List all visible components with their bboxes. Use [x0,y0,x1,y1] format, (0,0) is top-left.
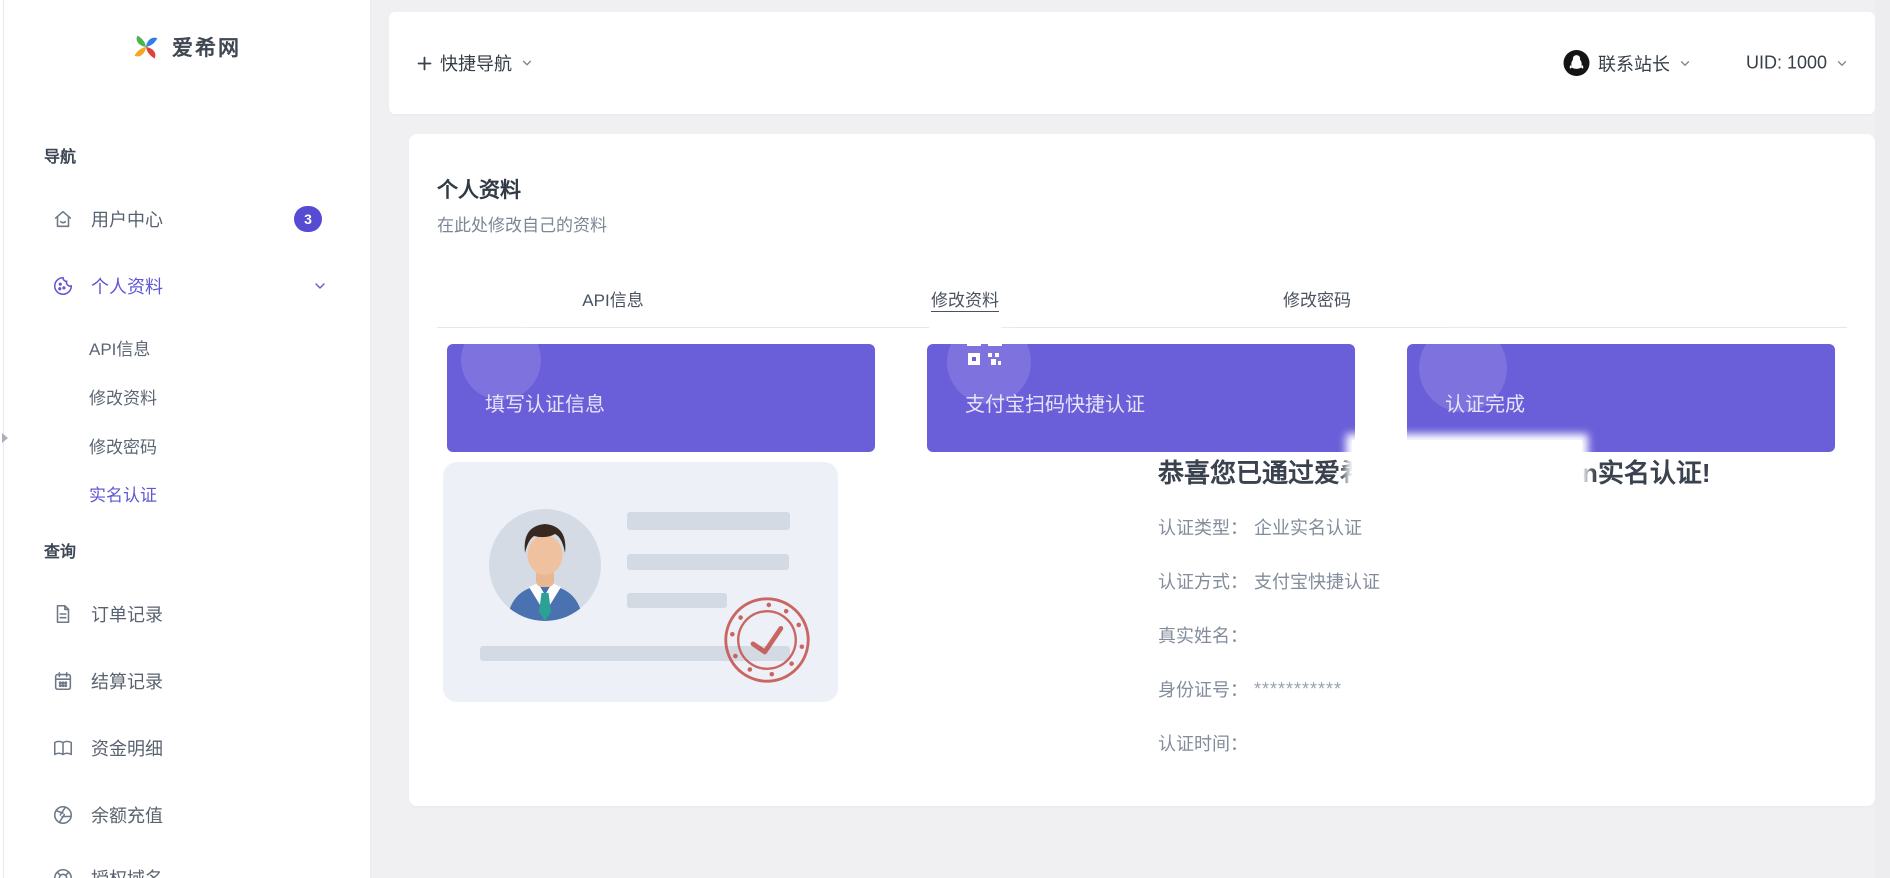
plus-icon [417,56,432,70]
detail-label: 身份证号： [1158,680,1248,700]
contact-owner-button[interactable]: 联系站长 [1563,50,1692,77]
auth-detail-row: 真实姓名： [1158,608,1380,662]
page-subtitle: 在此处修改自己的资料 [437,216,607,235]
step-label: 填写认证信息 [485,394,605,416]
chevron-down-icon [1680,60,1690,66]
step-auth-complete: 认证完成 [1407,324,1835,452]
sidebar-item-label: 资金明细 [91,739,163,759]
uid-label: UID: 1000 [1745,52,1827,73]
id-card-illustration [443,462,838,702]
sidebar-item-balance-recharge[interactable]: 余额充值 [52,800,163,830]
sidebar-collapse-handle[interactable] [0,428,12,448]
detail-label: 认证方式： [1158,572,1248,592]
chevron-down-icon [1837,60,1847,66]
detail-value: 支付宝快捷认证 [1254,572,1380,592]
sidebar-item-authorized-domain[interactable]: 授权域名 [52,863,163,878]
sidebar-item-fund-details[interactable]: 资金明细 [52,733,163,763]
aperture-icon [53,805,73,825]
detail-label: 认证类型： [1158,518,1248,538]
lifebuoy-icon [53,868,73,878]
avatar [489,509,601,621]
quick-nav-label: 快捷导航 [440,54,512,74]
logo[interactable]: 爱希网 [0,30,370,64]
sidebar-item-profile[interactable]: 个人资料 [52,271,163,301]
sidebar: 爱希网 导航 用户中心 3 个人资料 API信息 修改资料 修改密码 实名认证 … [0,0,371,878]
verified-stamp-icon [724,597,810,683]
sidebar-section-query: 查询 [44,544,77,561]
auth-success-heading: 恭喜您已通过爱希 n实名认证! [1158,440,1711,502]
detail-label: 认证时间： [1158,734,1248,754]
auth-details: 认证类型： 企业实名认证 认证方式： 支付宝快捷认证 真实姓名： 身份证号： *… [1158,500,1380,770]
auth-detail-row: 认证时间： [1158,716,1380,770]
auth-detail-row: 身份证号： *********** [1158,662,1380,716]
tab-edit-password[interactable]: 修改密码 [1141,286,1493,311]
step-label: 认证完成 [1445,394,1525,416]
chevron-down-icon[interactable] [312,278,328,294]
auth-steps: 填写认证信息 支付宝扫码快捷认证 认证完成 [447,320,1835,452]
step-label: 支付宝扫码快捷认证 [965,394,1145,416]
contact-owner-label: 联系站长 [1597,54,1670,74]
file-text-icon [56,604,70,624]
tabs-divider [437,327,1847,328]
calendar-icon [54,671,72,691]
sidebar-item-label: 个人资料 [91,277,163,297]
profile-card: 个人资料 在此处修改自己的资料 API信息 修改资料 修改密码 填写认证信息 支… [409,134,1875,806]
tab-api-info[interactable]: API信息 [437,286,789,311]
sidebar-item-label: 用户中心 [91,210,163,230]
sidebar-subitem-realname-auth[interactable]: 实名认证 [89,480,157,506]
sidebar-subitem-edit-password[interactable]: 修改密码 [89,432,157,458]
pinwheel-logo-icon [134,35,158,59]
sidebar-subitem-edit-profile[interactable]: 修改资料 [89,383,157,409]
home-icon [54,210,72,228]
sidebar-item-order-records[interactable]: 订单记录 [52,599,163,629]
page-title: 个人资料 [437,179,521,202]
sidebar-section-nav: 导航 [44,149,77,166]
book-icon [53,740,73,756]
detail-value: *********** [1254,678,1343,699]
sidebar-item-user-center[interactable]: 用户中心 [52,204,163,234]
sidebar-item-label: 结算记录 [91,672,163,692]
detail-value: 企业实名认证 [1254,518,1362,538]
caret-right-icon [2,433,8,443]
auth-detail-row: 认证方式： 支付宝快捷认证 [1158,554,1380,608]
sidebar-item-settlement-records[interactable]: 结算记录 [52,666,163,696]
quick-nav-button[interactable]: 快捷导航 [417,50,534,76]
profile-tabs: API信息 修改资料 修改密码 [437,286,1493,311]
sidebar-item-label: 余额充值 [91,806,163,826]
auth-detail-row: 认证类型： 企业实名认证 [1158,500,1380,554]
notification-badge: 3 [294,206,322,232]
cookie-icon [54,276,73,295]
step-alipay-scan: 支付宝扫码快捷认证 [927,320,1355,452]
sidebar-subitem-api-info[interactable]: API信息 [89,334,150,360]
scrollbar-track[interactable] [1875,0,1890,878]
idcard-text-line [627,512,790,530]
idcard-text-line [627,554,789,570]
tab-edit-profile[interactable]: 修改资料 [789,286,1141,311]
topbar: 快捷导航 联系站长 UID: 1000 [389,12,1875,114]
logo-text: 爱希网 [172,37,241,60]
step-fill-info: 填写认证信息 [447,320,875,452]
heading-prefix: 恭喜您已通过爱希 [1158,457,1367,488]
redaction-overlay [1352,440,1583,502]
uid-dropdown[interactable]: UID: 1000 [1746,53,1849,74]
app-root: 爱希网 导航 用户中心 3 个人资料 API信息 修改资料 修改密码 实名认证 … [0,0,1890,878]
idcard-text-line [627,593,727,608]
sidebar-item-label: 授权域名 [91,865,163,878]
person-illustration [507,524,583,621]
sidebar-item-label: 订单记录 [91,605,163,625]
chevron-down-icon [522,60,532,66]
qr-code-icon [967,332,1002,365]
heading-suffix: n实名认证! [1582,457,1711,488]
qq-icon [1563,50,1590,76]
detail-label: 真实姓名： [1158,626,1248,646]
